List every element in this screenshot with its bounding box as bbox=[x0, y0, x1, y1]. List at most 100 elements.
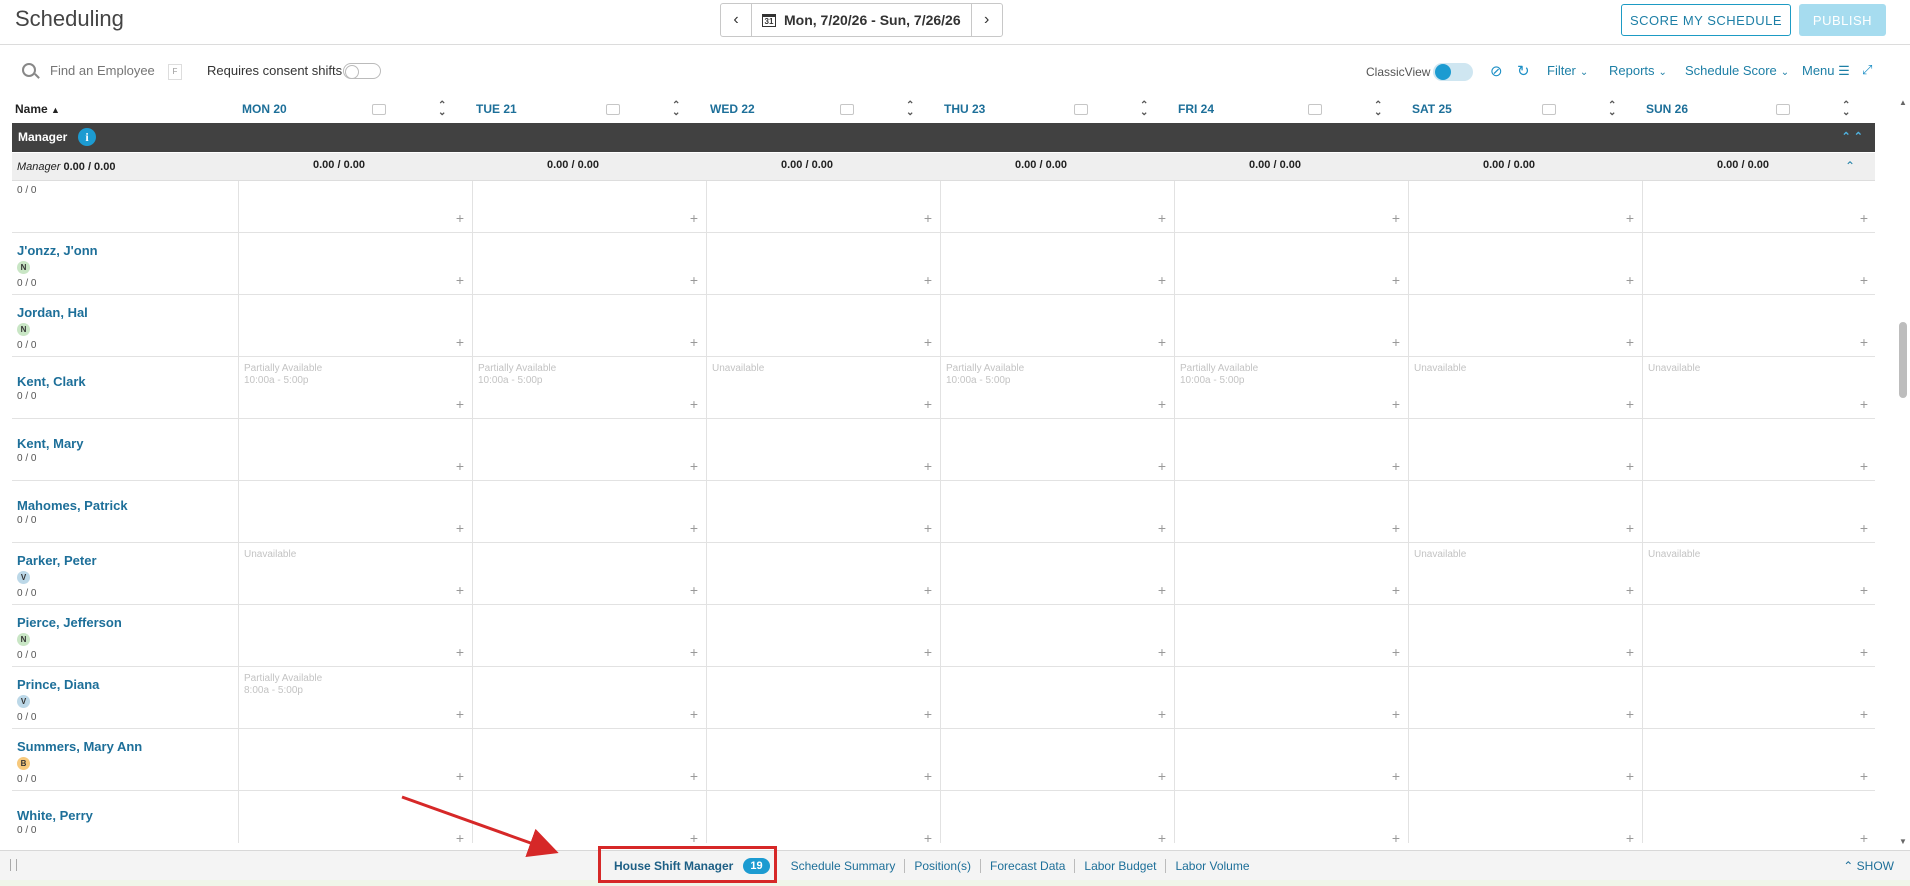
add-shift-icon[interactable]: + bbox=[690, 706, 698, 722]
shift-cell[interactable]: + bbox=[706, 418, 940, 480]
employee-name-link[interactable]: Kent, Mary bbox=[17, 436, 83, 451]
add-shift-icon[interactable]: + bbox=[1392, 396, 1400, 412]
day-column-header[interactable]: THU 23 bbox=[944, 102, 985, 116]
shift-cell[interactable]: + bbox=[940, 294, 1174, 356]
shift-cell[interactable]: + bbox=[1174, 480, 1408, 542]
shift-cell[interactable]: + bbox=[1174, 728, 1408, 790]
shift-cell[interactable]: + bbox=[940, 604, 1174, 666]
add-shift-icon[interactable]: + bbox=[1158, 768, 1166, 784]
sort-icon[interactable]: ⌃ ⌄ bbox=[906, 101, 914, 118]
reports-dropdown[interactable]: Reports ⌄ bbox=[1609, 63, 1667, 78]
shift-cell[interactable]: Unavailable + bbox=[1642, 542, 1875, 604]
add-shift-icon[interactable]: + bbox=[1392, 582, 1400, 598]
info-icon[interactable]: i bbox=[78, 128, 96, 146]
add-shift-icon[interactable]: + bbox=[456, 334, 464, 350]
add-shift-icon[interactable]: + bbox=[690, 210, 698, 226]
add-shift-icon[interactable]: + bbox=[1860, 272, 1868, 288]
shift-cell[interactable]: Unavailable + bbox=[238, 542, 472, 604]
add-shift-icon[interactable]: + bbox=[1626, 768, 1634, 784]
add-shift-icon[interactable]: + bbox=[456, 520, 464, 536]
shift-cell[interactable]: + bbox=[238, 294, 472, 356]
shift-cell[interactable]: Partially Available 8:00a - 5:00p + bbox=[238, 666, 472, 728]
add-shift-icon[interactable]: + bbox=[924, 582, 932, 598]
add-shift-icon[interactable]: + bbox=[456, 458, 464, 474]
shift-cell[interactable]: + bbox=[472, 418, 706, 480]
day-column-header[interactable]: TUE 21 bbox=[476, 102, 517, 116]
filter-dropdown[interactable]: Filter ⌄ bbox=[1547, 63, 1588, 78]
shift-cell[interactable]: + bbox=[238, 418, 472, 480]
shift-cell[interactable]: + bbox=[940, 542, 1174, 604]
menu-button[interactable]: Menu ☰ bbox=[1802, 63, 1850, 79]
add-shift-icon[interactable]: + bbox=[1860, 830, 1868, 843]
shift-cell[interactable]: + bbox=[1642, 604, 1875, 666]
note-icon[interactable] bbox=[372, 104, 386, 115]
add-shift-icon[interactable]: + bbox=[1392, 210, 1400, 226]
shift-cell[interactable]: + bbox=[472, 604, 706, 666]
shift-cell[interactable]: + bbox=[1642, 790, 1875, 843]
shift-cell[interactable]: + bbox=[940, 790, 1174, 843]
sort-icon[interactable]: ⌃ ⌄ bbox=[672, 101, 680, 118]
add-shift-icon[interactable]: + bbox=[690, 396, 698, 412]
note-icon[interactable] bbox=[1542, 104, 1556, 115]
shift-cell[interactable]: + bbox=[1642, 480, 1875, 542]
employee-name-link[interactable]: J'onzz, J'onn bbox=[17, 243, 98, 258]
add-shift-icon[interactable]: + bbox=[1860, 582, 1868, 598]
shift-cell[interactable]: + bbox=[940, 232, 1174, 294]
hide-icon[interactable]: ⊘ bbox=[1490, 62, 1503, 80]
shift-cell[interactable]: + bbox=[706, 728, 940, 790]
employee-name-link[interactable]: Summers, Mary Ann bbox=[17, 739, 142, 754]
add-shift-icon[interactable]: + bbox=[1860, 334, 1868, 350]
shift-cell[interactable]: + bbox=[1642, 666, 1875, 728]
score-my-schedule-button[interactable]: SCORE MY SCHEDULE bbox=[1621, 4, 1791, 36]
shift-cell[interactable]: + bbox=[706, 666, 940, 728]
add-shift-icon[interactable]: + bbox=[1860, 706, 1868, 722]
shift-cell[interactable]: + bbox=[1174, 418, 1408, 480]
add-shift-icon[interactable]: + bbox=[456, 396, 464, 412]
shift-cell[interactable]: + bbox=[472, 666, 706, 728]
day-column-header[interactable]: SUN 26 bbox=[1646, 102, 1688, 116]
employee-name-link[interactable]: Parker, Peter bbox=[17, 553, 97, 568]
sort-icon[interactable]: ⌃ ⌄ bbox=[1374, 101, 1382, 118]
shift-cell[interactable]: + bbox=[472, 181, 706, 232]
note-icon[interactable] bbox=[840, 104, 854, 115]
shift-cell[interactable]: Unavailable + bbox=[706, 356, 940, 418]
shift-cell[interactable]: + bbox=[1174, 666, 1408, 728]
shift-cell[interactable]: + bbox=[1174, 542, 1408, 604]
add-shift-icon[interactable]: + bbox=[1626, 582, 1634, 598]
add-shift-icon[interactable]: + bbox=[924, 396, 932, 412]
add-shift-icon[interactable]: + bbox=[924, 768, 932, 784]
shift-cell[interactable]: + bbox=[1174, 294, 1408, 356]
shift-cell[interactable]: + bbox=[472, 728, 706, 790]
add-shift-icon[interactable]: + bbox=[1158, 210, 1166, 226]
shift-cell[interactable]: Partially Available 10:00a - 5:00p + bbox=[472, 356, 706, 418]
add-shift-icon[interactable]: + bbox=[1860, 768, 1868, 784]
shift-cell[interactable]: + bbox=[706, 181, 940, 232]
add-shift-icon[interactable]: + bbox=[1158, 582, 1166, 598]
shift-cell[interactable]: + bbox=[1408, 790, 1642, 843]
sort-icon[interactable]: ⌃ ⌄ bbox=[1140, 101, 1148, 118]
add-shift-icon[interactable]: + bbox=[1392, 644, 1400, 660]
schedule-score-dropdown[interactable]: Schedule Score ⌄ bbox=[1685, 63, 1789, 78]
employee-name-link[interactable]: Kent, Clark bbox=[17, 374, 86, 389]
shift-cell[interactable]: + bbox=[1408, 480, 1642, 542]
shift-cell[interactable]: + bbox=[1642, 728, 1875, 790]
add-shift-icon[interactable]: + bbox=[924, 210, 932, 226]
bottom-tab[interactable]: Schedule Summary bbox=[782, 859, 906, 873]
add-shift-icon[interactable]: + bbox=[1392, 706, 1400, 722]
day-column-header[interactable]: FRI 24 bbox=[1178, 102, 1214, 116]
shift-cell[interactable]: + bbox=[1642, 181, 1875, 232]
add-shift-icon[interactable]: + bbox=[690, 582, 698, 598]
add-shift-icon[interactable]: + bbox=[690, 830, 698, 843]
add-shift-icon[interactable]: + bbox=[924, 334, 932, 350]
shift-cell[interactable]: Unavailable + bbox=[1642, 356, 1875, 418]
add-shift-icon[interactable]: + bbox=[1626, 706, 1634, 722]
shift-cell[interactable]: + bbox=[238, 790, 472, 843]
shift-cell[interactable]: + bbox=[238, 604, 472, 666]
add-shift-icon[interactable]: + bbox=[690, 334, 698, 350]
shift-cell[interactable]: + bbox=[238, 232, 472, 294]
show-panel-button[interactable]: ⌃ SHOW bbox=[1843, 859, 1894, 873]
add-shift-icon[interactable]: + bbox=[1158, 830, 1166, 843]
day-column-header[interactable]: MON 20 bbox=[242, 102, 287, 116]
add-shift-icon[interactable]: + bbox=[1392, 272, 1400, 288]
add-shift-icon[interactable]: + bbox=[1626, 830, 1634, 843]
